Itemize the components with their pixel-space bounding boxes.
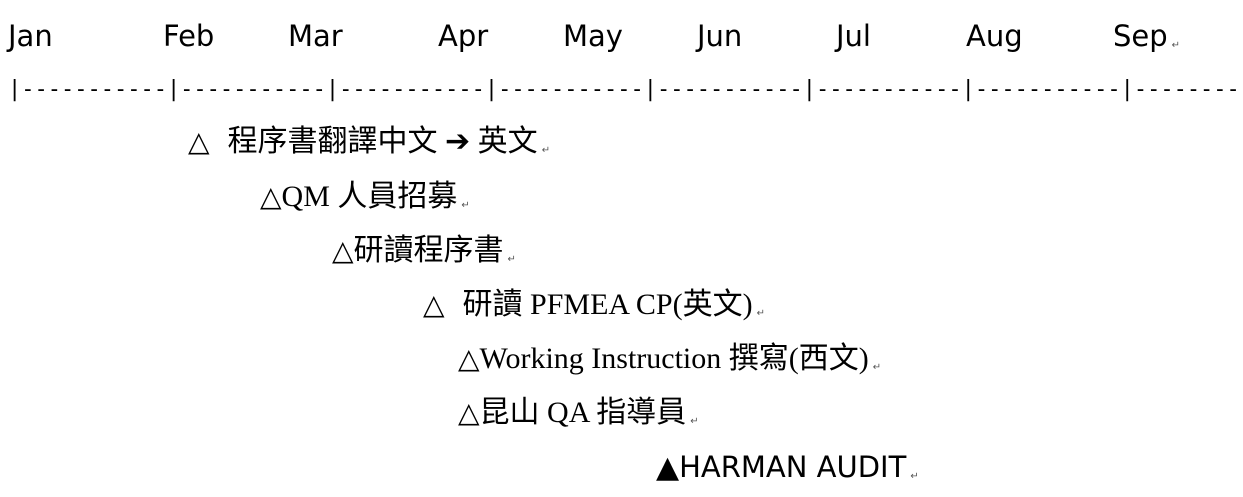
month-aug: Aug: [966, 19, 1023, 53]
timeline-item-label: 研讀 PFMEA CP(英文): [462, 288, 753, 321]
month-header-row: Jan Feb Mar Apr May Jun Jul Aug Sep ↵: [0, 14, 1243, 58]
month-jun: Jun: [697, 19, 743, 53]
month-jan: Jan: [8, 19, 53, 53]
open-triangle-icon: △: [458, 396, 480, 429]
timeline-item-label: 昆山 QA 指導員: [479, 396, 687, 429]
paragraph-mark-icon: ↵: [507, 254, 516, 265]
open-triangle-icon: △: [188, 125, 210, 158]
timeline-item-label: HARMAN AUDIT: [679, 450, 907, 484]
timeline-item-label: 研讀程序書: [353, 234, 504, 267]
paragraph-mark-icon: ↵: [541, 145, 551, 156]
timeline-item-translate-procedures: △ 程序書翻譯中文 ➔ 英文 ↵: [188, 122, 550, 171]
month-apr: Apr: [438, 19, 489, 53]
timeline-item-label: QM 人員招募: [281, 180, 458, 213]
month-feb: Feb: [163, 19, 215, 53]
timeline-item-study-pfmea-cp: △ 研讀 PFMEA CP(英文) ↵: [423, 285, 765, 334]
timeline-item-kunshan-qa-instructor: △昆山 QA 指導員 ↵: [458, 393, 699, 442]
timeline-document: Jan Feb Mar Apr May Jun Jul Aug Sep ↵ |--…: [0, 0, 1243, 487]
open-triangle-icon: △: [458, 342, 480, 375]
timeline-item-qm-recruitment: △QM 人員招募 ↵: [260, 177, 470, 226]
timeline-item-working-instruction: △Working Instruction 撰寫(西文) ↵: [458, 339, 881, 388]
open-triangle-icon: △: [332, 234, 354, 267]
paragraph-mark-icon: ↵: [1171, 40, 1181, 51]
timeline-ruler: |-----------|-----------|-----------|---…: [8, 77, 1243, 102]
paragraph-mark-icon: ↵: [461, 200, 470, 211]
month-sep: Sep ↵: [1113, 14, 1180, 68]
paragraph-mark-icon: ↵: [872, 362, 882, 373]
timeline-item-harman-audit: ▲HARMAN AUDIT ↵: [656, 447, 919, 497]
timeline-item-label: Working Instruction 撰寫(西文): [479, 342, 869, 375]
open-triangle-icon: △: [423, 288, 445, 321]
paragraph-mark-icon: ↵: [756, 308, 765, 319]
paragraph-mark-icon: ↵: [910, 471, 919, 482]
month-may: May: [563, 19, 623, 53]
timeline-item-label: 程序書翻譯中文 ➔ 英文: [227, 125, 538, 158]
month-mar: Mar: [288, 19, 343, 53]
open-triangle-icon: △: [260, 180, 282, 213]
paragraph-mark-icon: ↵: [690, 416, 699, 427]
timeline-item-study-procedures: △研讀程序書 ↵: [332, 231, 516, 280]
filled-triangle-icon: ▲: [656, 450, 680, 485]
month-jul: Jul: [836, 19, 871, 53]
month-sep-label: Sep: [1113, 19, 1168, 53]
